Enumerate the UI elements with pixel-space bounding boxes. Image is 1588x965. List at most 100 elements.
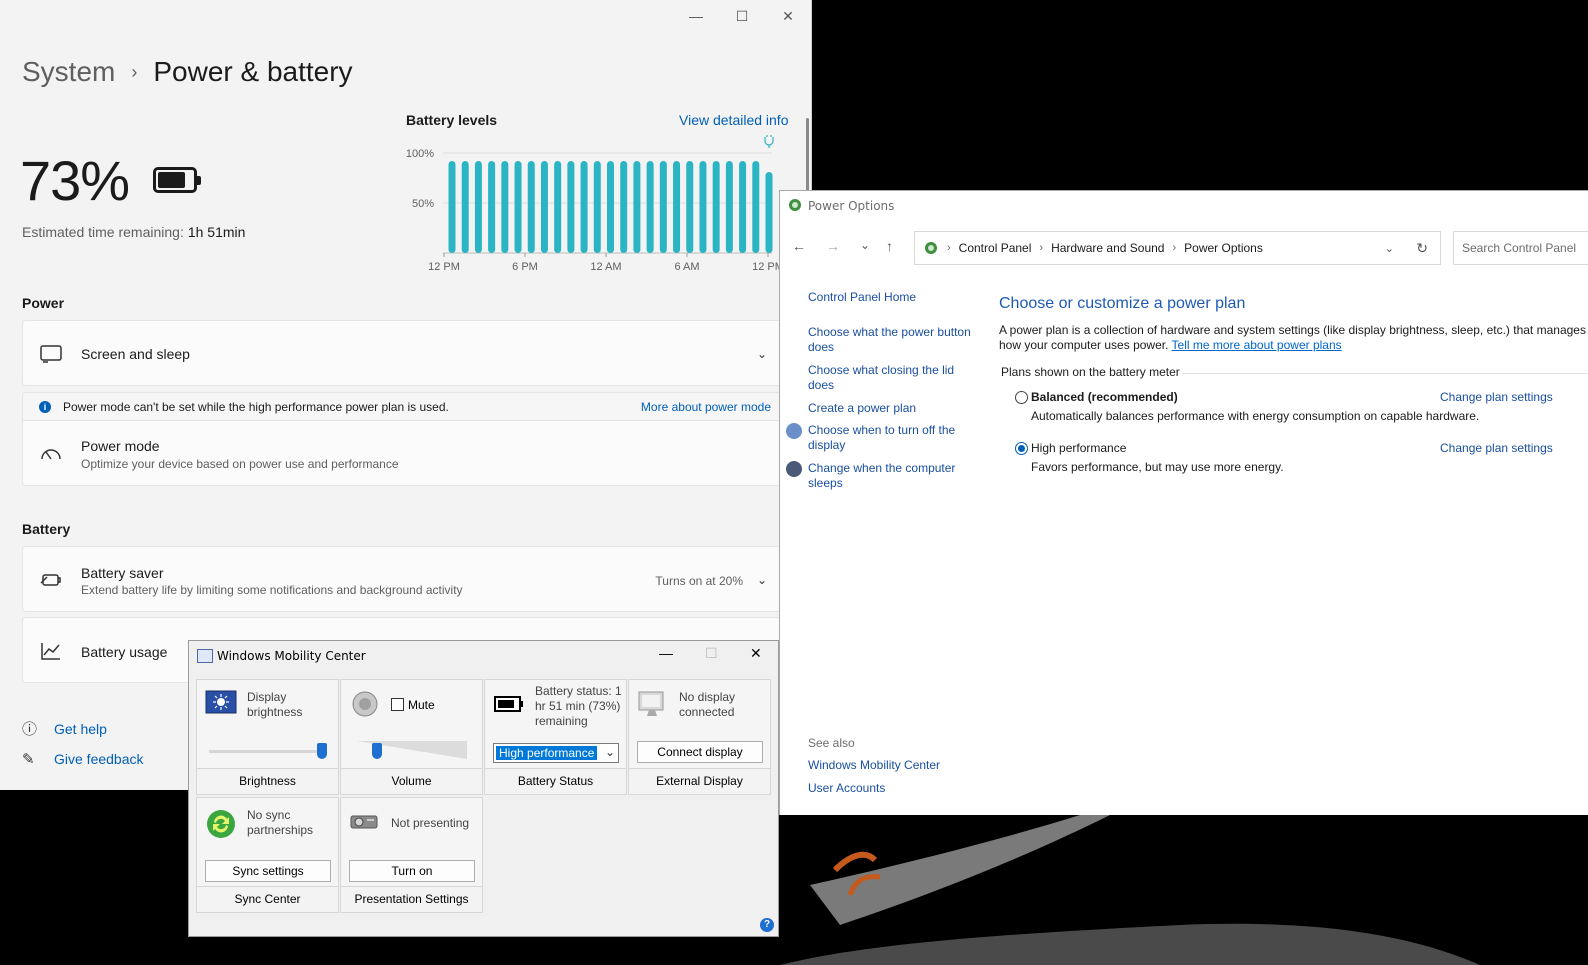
view-detailed-info-link[interactable]: View detailed info bbox=[679, 112, 788, 128]
sync-center-tile: No sync partnerships Sync settings Sync … bbox=[196, 797, 339, 913]
address-bar[interactable]: › Control Panel › Hardware and Sound › P… bbox=[914, 231, 1441, 265]
brightness-label: Display brightness bbox=[247, 690, 303, 719]
give-feedback-link[interactable]: ✎ Give feedback bbox=[22, 750, 144, 768]
battery-saver-card[interactable]: Battery saver Extend battery life by lim… bbox=[22, 546, 782, 612]
divider bbox=[1182, 373, 1588, 374]
breadcrumb-system[interactable]: System bbox=[22, 56, 115, 88]
chevron-down-icon[interactable]: ⌄ bbox=[1385, 242, 1394, 255]
back-button[interactable]: ← bbox=[792, 238, 806, 254]
chart-bar bbox=[580, 161, 588, 253]
battery-saver-title: Battery saver bbox=[81, 565, 164, 581]
battery-levels-title: Battery levels bbox=[406, 112, 498, 128]
window-controls: — ☐ ✕ bbox=[673, 0, 811, 32]
brightness-slider[interactable] bbox=[209, 750, 327, 753]
chart-bar bbox=[712, 161, 720, 253]
address-separator: › bbox=[1172, 242, 1177, 254]
help-icon: ⓘ bbox=[22, 721, 38, 738]
chart-bar bbox=[488, 161, 496, 253]
breadcrumb: System › Power & battery bbox=[22, 56, 353, 88]
maximize-button[interactable]: ☐ bbox=[719, 0, 765, 32]
turn-on-presentation-button[interactable]: Turn on bbox=[349, 860, 475, 882]
high-performance-plan-desc: Favors performance, but may use more ene… bbox=[1031, 460, 1284, 474]
power-mode-info-bar: i Power mode can't be set while the high… bbox=[22, 392, 782, 420]
projector-icon bbox=[350, 815, 378, 829]
turn-off-display-item[interactable]: Choose when to turn off the display bbox=[786, 423, 978, 453]
balanced-radio[interactable] bbox=[1015, 391, 1028, 404]
windows-mobility-center-link[interactable]: Windows Mobility Center bbox=[808, 758, 978, 773]
computer-sleep-link[interactable]: Change when the computer sleeps bbox=[808, 461, 955, 490]
chevron-down-icon[interactable]: ⌄ bbox=[757, 573, 767, 587]
mute-label[interactable]: Mute bbox=[408, 698, 496, 713]
high-performance-change-plan-settings-link[interactable]: Change plan settings bbox=[1440, 441, 1553, 455]
power-button-link[interactable]: Choose what the power button does bbox=[808, 325, 978, 355]
chart-bar bbox=[633, 161, 641, 253]
power-options-app-icon bbox=[789, 199, 801, 211]
page-title: Power & battery bbox=[153, 56, 353, 87]
power-plan-select[interactable]: High performance ⌄ bbox=[493, 743, 619, 763]
description-line-1: A power plan is a collection of hardware… bbox=[999, 323, 1586, 337]
balanced-plan-desc: Automatically balances performance with … bbox=[1031, 409, 1480, 423]
minimize-button[interactable]: — bbox=[673, 0, 719, 32]
up-button[interactable]: ↑ bbox=[886, 238, 893, 254]
close-button[interactable]: ✕ bbox=[765, 0, 811, 32]
chart-bar bbox=[527, 161, 535, 253]
chevron-down-icon: ⌄ bbox=[604, 745, 615, 759]
chart-x-tick-label: 12 PM bbox=[428, 261, 460, 273]
balanced-plan-name[interactable]: Balanced (recommended) bbox=[1031, 390, 1178, 404]
search-input[interactable]: Search Control Panel bbox=[1453, 231, 1588, 265]
mobility-center-window: Windows Mobility Center — ☐ ✕ Display br… bbox=[188, 640, 779, 937]
see-also-label: See also bbox=[808, 736, 855, 750]
brightness-caption: Brightness bbox=[197, 768, 338, 794]
high-performance-plan-name[interactable]: High performance bbox=[1031, 441, 1126, 455]
help-icon[interactable]: ? bbox=[760, 918, 774, 932]
chart-bar bbox=[646, 161, 654, 253]
screen-and-sleep-card[interactable]: Screen and sleep ⌄ bbox=[22, 320, 782, 386]
address-control-panel[interactable]: Control Panel bbox=[959, 241, 1032, 255]
chart-bar bbox=[514, 161, 522, 253]
display-status-text: No display connected bbox=[679, 690, 736, 719]
control-panel-home-link[interactable]: Control Panel Home bbox=[808, 290, 978, 305]
volume-slider-thumb[interactable] bbox=[372, 743, 382, 759]
monitor-icon bbox=[638, 691, 664, 716]
computer-sleep-item[interactable]: Change when the computer sleeps bbox=[786, 461, 978, 491]
forward-button[interactable]: → bbox=[826, 238, 840, 254]
address-power-options[interactable]: Power Options bbox=[1184, 241, 1263, 255]
power-plan-selected-value: High performance bbox=[496, 746, 598, 760]
turn-off-display-link[interactable]: Choose when to turn off the display bbox=[808, 423, 955, 452]
chart-bar bbox=[448, 161, 456, 253]
chart-bar bbox=[686, 161, 694, 253]
close-button[interactable]: ✕ bbox=[750, 645, 762, 662]
sync-settings-button[interactable]: Sync settings bbox=[205, 860, 331, 882]
chevron-down-icon[interactable]: ⌄ bbox=[757, 347, 767, 361]
address-hardware-and-sound[interactable]: Hardware and Sound bbox=[1051, 241, 1164, 255]
tell-me-more-link[interactable]: Tell me more about power plans bbox=[1172, 338, 1342, 352]
display-clock-icon bbox=[786, 423, 802, 439]
battery-saver-icon bbox=[39, 568, 63, 592]
maximize-button[interactable]: ☐ bbox=[705, 645, 718, 662]
create-power-plan-link[interactable]: Create a power plan bbox=[808, 401, 978, 416]
chart-bar bbox=[620, 161, 628, 253]
high-performance-radio[interactable] bbox=[1015, 442, 1028, 455]
battery-status-tile: Battery status: 1 hr 51 min (73%) remain… bbox=[484, 679, 627, 795]
info-message: Power mode can't be set while the high p… bbox=[63, 400, 449, 414]
more-about-power-mode-link[interactable]: More about power mode bbox=[641, 400, 771, 414]
battery-icon bbox=[494, 696, 523, 712]
brightness-slider-thumb[interactable] bbox=[317, 743, 327, 759]
closing-lid-link[interactable]: Choose what closing the lid does bbox=[808, 363, 978, 393]
breadcrumb-separator: › bbox=[131, 61, 138, 82]
get-help-link[interactable]: ⓘ Get help bbox=[22, 718, 107, 739]
chart-bar bbox=[699, 161, 707, 253]
description-line-2-wrap: how your computer uses power. Tell me mo… bbox=[999, 338, 1588, 353]
chart-bar bbox=[725, 161, 733, 253]
user-accounts-link[interactable]: User Accounts bbox=[808, 781, 978, 796]
minimize-button[interactable]: — bbox=[659, 645, 673, 661]
mute-checkbox[interactable] bbox=[391, 698, 404, 711]
battery-saver-desc: Extend battery life by limiting some not… bbox=[81, 583, 463, 597]
recent-locations-button[interactable]: ⌄ bbox=[860, 238, 870, 252]
balanced-change-plan-settings-link[interactable]: Change plan settings bbox=[1440, 390, 1553, 404]
connect-display-button[interactable]: Connect display bbox=[637, 741, 763, 763]
battery-icon bbox=[153, 167, 201, 193]
presentation-status-text: Not presenting bbox=[391, 816, 470, 830]
external-display-tile: No display connected Connect display Ext… bbox=[628, 679, 771, 795]
refresh-icon[interactable]: ↻ bbox=[1416, 240, 1428, 257]
